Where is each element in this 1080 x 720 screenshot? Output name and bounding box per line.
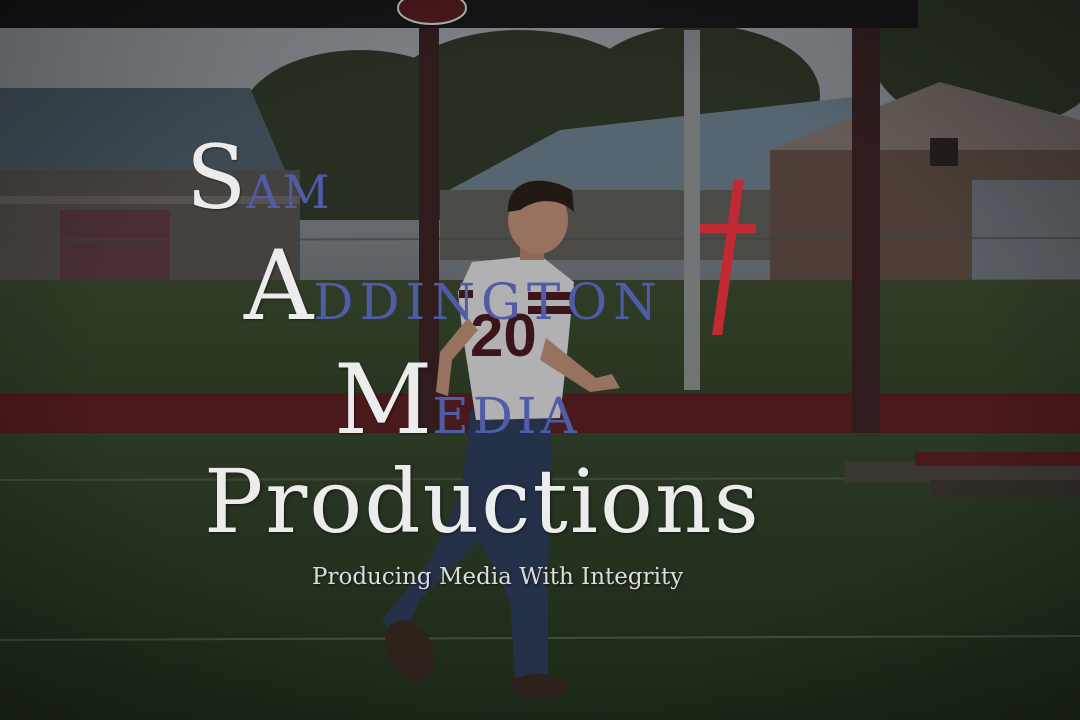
watermark: SAM ADDINGTON MEDIA Productions Producin… [0,0,1080,720]
watermark-productions: Productions [204,450,761,553]
watermark-rest-edia: EDIA [432,387,581,445]
watermark-rest-am: AM [246,165,333,219]
watermark-line-addington: ADDINGTON [244,238,663,334]
watermark-initial-s: S [186,126,247,229]
watermark-tagline: Producing Media With Integrity [312,564,684,590]
watermark-initial-a: A [244,230,314,342]
watermark-initial-m: M [334,344,433,456]
watermark-line-sam: SAM [186,134,333,222]
watermark-rest-ddington: DDINGTON [313,273,664,331]
cross-icon [700,180,756,335]
watermark-line-media: MEDIA [334,352,581,448]
